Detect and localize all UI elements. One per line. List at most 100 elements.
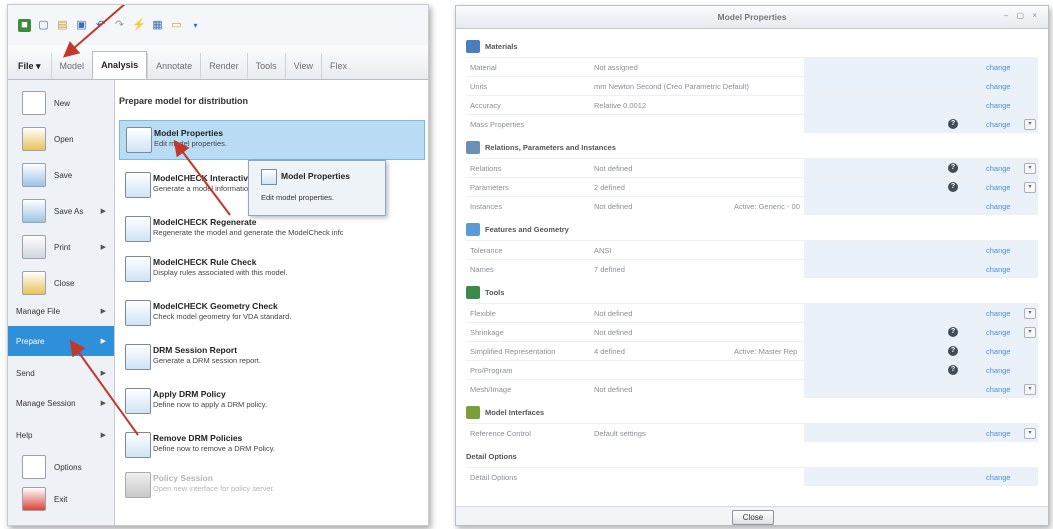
submenu-item-title: Remove DRM Policies xyxy=(153,433,243,443)
change-link[interactable]: change xyxy=(986,120,1011,129)
regenerate-icon[interactable]: ⚡ xyxy=(132,19,146,32)
help-icon[interactable]: ? xyxy=(948,119,958,129)
change-link[interactable]: change xyxy=(986,82,1011,91)
model-properties-dialog: Model Properties – ▢ × Materials Material… xyxy=(455,5,1049,526)
ribbon-tabs: File ▾ Model Analysis Annotate Render To… xyxy=(8,45,428,80)
file-menu-item-exit[interactable]: Exit xyxy=(8,484,114,514)
submenu-arrow-icon: ▶ xyxy=(100,432,106,439)
close-button[interactable]: Close xyxy=(732,510,774,525)
property-row: Flexible Not defined change ▾ xyxy=(466,303,1038,322)
section-title: Materials xyxy=(485,41,518,51)
expand-icon[interactable]: ▾ xyxy=(1024,308,1036,319)
submenu-item-drm-session-report[interactable]: DRM Session Report Generate a DRM session… xyxy=(119,338,425,378)
submenu-item-modelcheck-regenerate[interactable]: ModelCHECK Regenerate Regenerate the mode… xyxy=(119,210,425,250)
change-link[interactable]: change xyxy=(986,385,1011,394)
property-value: Not assigned xyxy=(594,63,638,72)
submenu-item-description: Check model geometry for VDA standard. xyxy=(153,312,292,321)
file-menu-item-save-as[interactable]: Save As ▶ xyxy=(8,196,114,226)
submenu-item-description: Generate a DRM session report. xyxy=(153,356,261,365)
file-menu-item-save[interactable]: Save xyxy=(8,160,114,190)
expand-icon[interactable]: ▾ xyxy=(1024,384,1036,395)
close-window-icon[interactable]: ▭ xyxy=(170,19,183,32)
change-link[interactable]: change xyxy=(986,309,1011,318)
redo-icon[interactable]: ↷ xyxy=(113,19,126,32)
change-link[interactable]: change xyxy=(986,473,1011,482)
model-properties-tooltip: Model Properties Edit model properties. xyxy=(248,160,386,216)
file-menu-label: Close xyxy=(54,278,75,288)
change-link[interactable]: change xyxy=(986,63,1011,72)
change-link[interactable]: change xyxy=(986,101,1011,110)
change-link[interactable]: change xyxy=(986,265,1011,274)
file-menu-item-send[interactable]: Send ▶ xyxy=(8,358,114,388)
change-link[interactable]: change xyxy=(986,246,1011,255)
change-link[interactable]: change xyxy=(986,328,1011,337)
property-value: mm Newton Second (Creo Parametric Defaul… xyxy=(594,82,750,91)
file-menu-label: Prepare xyxy=(16,336,45,346)
help-icon[interactable]: ? xyxy=(948,327,958,337)
file-menu-item-new[interactable]: New xyxy=(8,88,114,118)
property-name: Pro/Program xyxy=(470,366,513,375)
tab-file[interactable]: File ▾ xyxy=(8,53,51,79)
customize-dropdown-icon[interactable]: ▾ xyxy=(189,19,202,32)
submenu-arrow-icon: ▶ xyxy=(100,400,106,407)
help-icon[interactable]: ? xyxy=(948,182,958,192)
expand-icon[interactable]: ▾ xyxy=(1024,119,1036,130)
new-file-icon[interactable]: ▢ xyxy=(37,19,50,32)
expand-icon[interactable]: ▾ xyxy=(1024,163,1036,174)
tab-render[interactable]: Render xyxy=(200,53,247,79)
help-icon[interactable]: ? xyxy=(948,346,958,356)
open-folder-icon[interactable]: ▤ xyxy=(56,19,69,32)
file-menu-item-help[interactable]: Help ▶ xyxy=(8,420,114,450)
expand-icon[interactable]: ▾ xyxy=(1024,182,1036,193)
save-icon[interactable]: ▣ xyxy=(75,19,88,32)
change-link[interactable]: change xyxy=(986,347,1011,356)
submenu-item-apply-drm-policy[interactable]: Apply DRM Policy Define now to apply a DR… xyxy=(119,382,425,422)
file-menu-item-options[interactable]: Options xyxy=(8,452,114,482)
change-link[interactable]: change xyxy=(986,366,1011,375)
expand-icon[interactable]: ▾ xyxy=(1024,428,1036,439)
submenu-item-remove-drm-policies[interactable]: Remove DRM Policies Define now to remove … xyxy=(119,426,425,466)
change-link[interactable]: change xyxy=(986,429,1011,438)
submenu-item-model-properties[interactable]: Model Properties Edit model properties. xyxy=(119,120,425,160)
change-link[interactable]: change xyxy=(986,164,1011,173)
tab-tools[interactable]: Tools xyxy=(246,53,285,79)
submenu-item-description: Open new interface for policy server. xyxy=(153,484,275,493)
open-icon xyxy=(22,127,46,151)
file-menu-item-close[interactable]: Close xyxy=(8,268,114,298)
help-icon[interactable]: ? xyxy=(948,365,958,375)
file-menu-item-prepare[interactable]: Prepare ▶ xyxy=(8,326,114,356)
property-value: ANSI xyxy=(594,246,612,255)
tab-view[interactable]: View xyxy=(284,53,321,79)
property-name: Flexible xyxy=(470,309,496,318)
submenu-item-modelcheck-rule-check[interactable]: ModelCHECK Rule Check Display rules assoc… xyxy=(119,250,425,290)
property-row: Mass Properties? change ▾ xyxy=(466,114,1038,133)
file-menu-item-manage-session[interactable]: Manage Session ▶ xyxy=(8,388,114,418)
window-controls[interactable]: – ▢ × xyxy=(1004,11,1040,20)
tab-analysis[interactable]: Analysis xyxy=(92,51,148,79)
submenu-arrow-icon: ▶ xyxy=(100,244,106,251)
options-icon xyxy=(22,455,46,479)
help-icon[interactable]: ? xyxy=(948,163,958,173)
modelcheck-rule-check-icon xyxy=(125,256,151,282)
file-menu-item-print[interactable]: Print ▶ xyxy=(8,232,114,262)
change-link[interactable]: change xyxy=(986,183,1011,192)
undo-icon[interactable]: ↶ xyxy=(94,19,107,32)
section-title: Features and Geometry xyxy=(485,224,569,234)
change-link[interactable]: change xyxy=(986,202,1011,211)
file-menu-item-open[interactable]: Open xyxy=(8,124,114,154)
property-row: Accuracy Relative 0.0012 change xyxy=(466,95,1038,114)
windows-icon[interactable]: ▦ xyxy=(151,19,164,32)
relations-parameters-and-instances-icon xyxy=(466,140,480,154)
property-name: Accuracy xyxy=(470,101,501,110)
tab-flex[interactable]: Flex xyxy=(321,53,355,79)
tab-model[interactable]: Model xyxy=(50,53,93,79)
file-menu-label: Exit xyxy=(54,494,68,504)
exit-icon xyxy=(22,487,46,511)
section-title: Detail Options xyxy=(466,451,517,461)
tab-annotate[interactable]: Annotate xyxy=(147,53,200,79)
property-value: 2 defined xyxy=(594,183,625,192)
submenu-item-title: ModelCHECK Geometry Check xyxy=(153,301,278,311)
expand-icon[interactable]: ▾ xyxy=(1024,327,1036,338)
submenu-item-modelcheck-geometry-check[interactable]: ModelCHECK Geometry Check Check model geo… xyxy=(119,294,425,334)
file-menu-item-manage-file[interactable]: Manage File ▶ xyxy=(8,296,114,326)
